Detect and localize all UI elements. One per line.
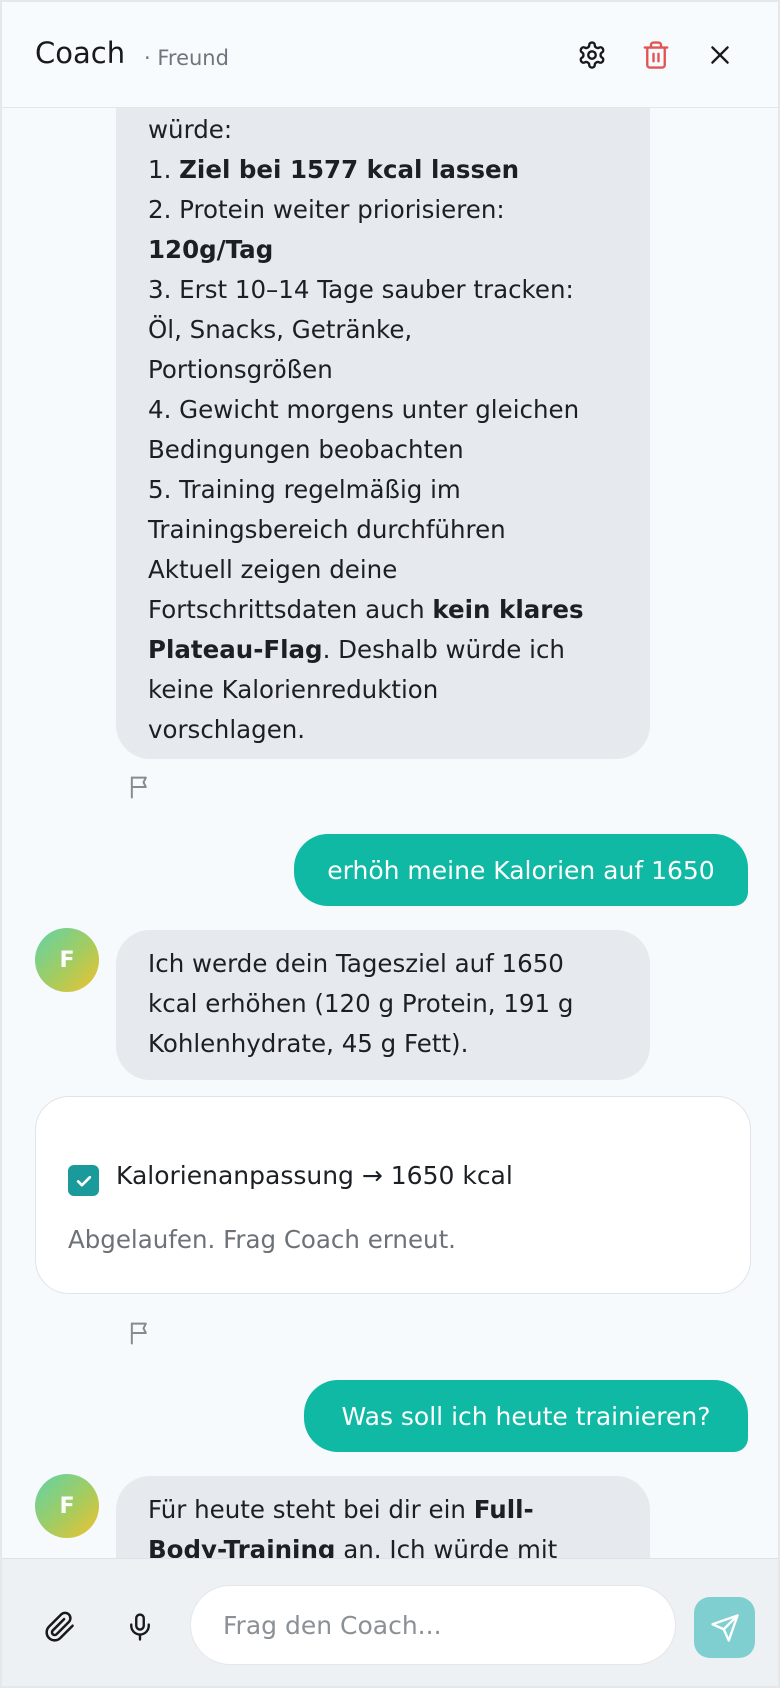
bold-text: Body-Training xyxy=(148,1535,336,1558)
message-line: Portionsgrößen xyxy=(148,350,650,390)
message-line: vorschlagen. xyxy=(148,710,650,750)
send-icon xyxy=(710,1613,739,1642)
message-line: Bedingungen beobachten xyxy=(148,430,650,470)
coach-avatar: F xyxy=(35,928,99,992)
coach-persona-label: · Freund xyxy=(144,46,229,70)
chat-header: Coach · Freund xyxy=(2,2,778,108)
close-button[interactable] xyxy=(698,33,742,77)
message-composer xyxy=(2,1558,778,1686)
settings-button[interactable] xyxy=(570,33,614,77)
coach-message: Ich werde dein Tagesziel auf 1650 kcal er… xyxy=(116,930,650,1080)
message-text: Fortschrittsdaten auch xyxy=(148,595,433,624)
message-text: kcal erhöhen (120 g Protein, 191 g xyxy=(148,989,574,1018)
coach-message: Für heute steht bei dir ein Full- Body-Tr… xyxy=(116,1476,650,1558)
message-text: Ich werde dein Tagesziel auf 1650 xyxy=(148,949,564,978)
message-line: 1. Ziel bei 1577 kcal lassen xyxy=(148,150,650,190)
message-text: . Deshalb würde ich xyxy=(322,635,565,664)
message-text: 3. Erst 10–14 Tage sauber tracken: xyxy=(148,275,574,304)
message-line: Aktuell zeigen deine xyxy=(148,550,650,590)
message-line: Kohlenhydrate, 45 g Fett). xyxy=(148,1024,650,1064)
message-text: 1. xyxy=(148,155,180,184)
voice-input-button[interactable] xyxy=(122,1609,158,1645)
coach-message: würde: 1. Ziel bei 1577 kcal lassen 2. Pro… xyxy=(116,108,650,759)
message-text: Trainingsbereich durchführen xyxy=(148,515,506,544)
paperclip-icon xyxy=(45,1611,74,1642)
coach-chat-panel: Coach · Freund würde: 1. Ziel bei 1577 k… xyxy=(0,0,780,1688)
coach-avatar: F xyxy=(35,1474,99,1538)
report-flag-icon[interactable] xyxy=(126,1318,154,1348)
message-line: keine Kalorienreduktion xyxy=(148,670,650,710)
message-text: 2. Protein weiter priorisieren: xyxy=(148,195,505,224)
bold-text: 120g/Tag xyxy=(148,235,274,264)
message-text: keine Kalorienreduktion xyxy=(148,675,439,704)
message-line: Plateau-Flag. Deshalb würde ich xyxy=(148,630,650,670)
message-text: Aktuell zeigen deine xyxy=(148,555,398,584)
message-text: Für heute steht bei dir ein xyxy=(148,1495,474,1524)
message-line: Fortschrittsdaten auch kein klares xyxy=(148,590,650,630)
message-line: 2. Protein weiter priorisieren: xyxy=(148,190,650,230)
message-line: 3. Erst 10–14 Tage sauber tracken: xyxy=(148,270,650,310)
bold-text: kein klares xyxy=(432,595,584,624)
message-text: 4. Gewicht morgens unter gleichen xyxy=(148,395,580,424)
message-line: Für heute steht bei dir ein Full- xyxy=(148,1490,650,1530)
message-text: Öl, Snacks, Getränke, xyxy=(148,315,413,344)
bold-text: Ziel bei 1577 kcal lassen xyxy=(179,155,520,184)
message-text: an. Ich würde mit xyxy=(335,1535,558,1558)
action-label: Kalorienanpassung → 1650 kcal xyxy=(116,1161,513,1190)
gear-icon xyxy=(579,41,605,69)
user-message: erhöh meine Kalorien auf 1650 xyxy=(294,834,748,906)
message-line: Body-Training an. Ich würde mit xyxy=(148,1530,650,1558)
close-icon xyxy=(711,46,729,64)
message-line: 4. Gewicht morgens unter gleichen xyxy=(148,390,650,430)
message-text: würde: xyxy=(148,115,233,144)
user-message: Was soll ich heute trainieren? xyxy=(304,1380,748,1452)
action-status: Abgelaufen. Frag Coach erneut. xyxy=(68,1225,456,1254)
message-text: Kohlenhydrate, 45 g Fett). xyxy=(148,1029,469,1058)
message-text: Portionsgrößen xyxy=(148,355,333,384)
bold-text: Full- xyxy=(473,1495,534,1524)
action-checkbox[interactable] xyxy=(68,1165,99,1196)
message-line: Öl, Snacks, Getränke, xyxy=(148,310,650,350)
microphone-icon xyxy=(130,1613,150,1641)
attach-button[interactable] xyxy=(42,1609,78,1645)
message-text: vorschlagen. xyxy=(148,715,306,744)
message-text: Bedingungen beobachten xyxy=(148,435,464,464)
delete-chat-button[interactable] xyxy=(634,33,678,77)
report-flag-icon[interactable] xyxy=(126,772,154,802)
message-list[interactable]: würde: 1. Ziel bei 1577 kcal lassen 2. Pro… xyxy=(2,108,778,1558)
message-line: Trainingsbereich durchführen xyxy=(148,510,650,550)
chat-title: Coach xyxy=(35,36,126,70)
message-line: würde: xyxy=(148,110,650,150)
message-line: Ich werde dein Tagesziel auf 1650 xyxy=(148,944,650,984)
message-line: 120g/Tag xyxy=(148,230,650,270)
message-line: kcal erhöhen (120 g Protein, 191 g xyxy=(148,984,650,1024)
trash-icon xyxy=(643,41,669,69)
bold-text: Plateau-Flag xyxy=(148,635,323,664)
checkmark-icon xyxy=(76,1175,91,1186)
message-input[interactable] xyxy=(190,1585,676,1665)
message-text: 5. Training regelmäßig im xyxy=(148,475,461,504)
message-line: 5. Training regelmäßig im xyxy=(148,470,650,510)
calorie-adjustment-card: Kalorienanpassung → 1650 kcal Abgelaufen… xyxy=(35,1096,751,1294)
send-button[interactable] xyxy=(694,1597,755,1658)
